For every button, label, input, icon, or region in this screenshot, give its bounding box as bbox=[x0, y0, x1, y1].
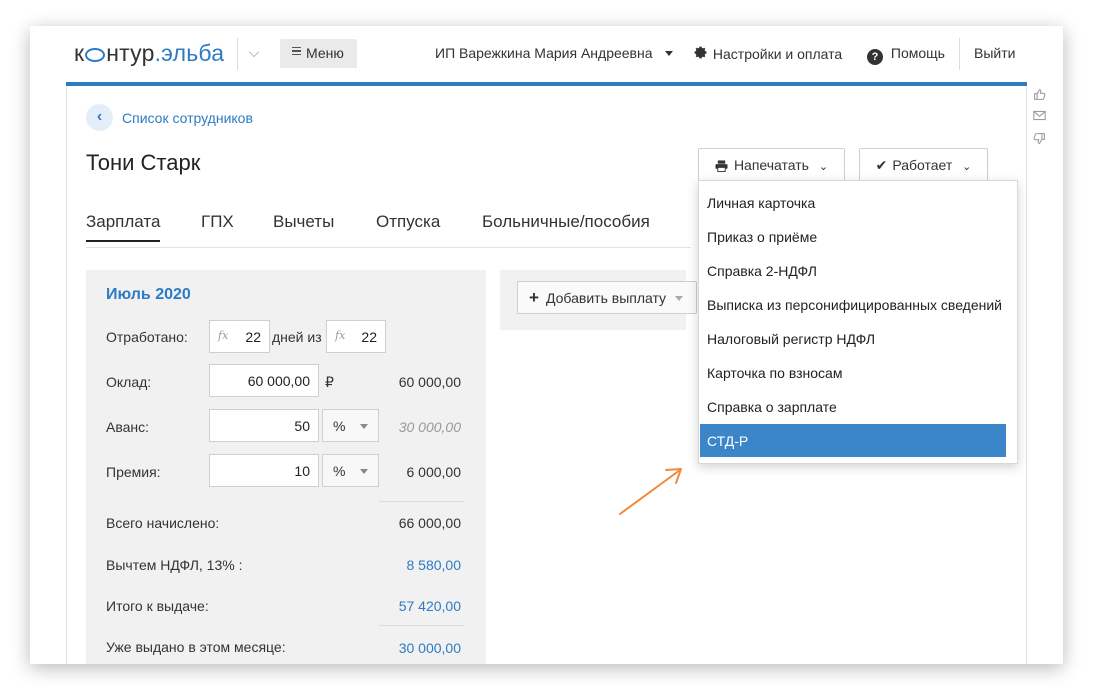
tab-salary[interactable]: Зарплата bbox=[86, 212, 161, 242]
user-name: ИП Варежкина Мария Андреевна bbox=[435, 45, 653, 61]
feedback-icons bbox=[1029, 88, 1049, 154]
help-label: Помощь bbox=[890, 45, 945, 61]
tab-vacations[interactable]: Отпуска bbox=[376, 212, 440, 232]
logo-text-end: .эльба bbox=[154, 40, 225, 66]
pointer-arrow-icon bbox=[619, 468, 682, 515]
mail-icon[interactable] bbox=[1029, 110, 1049, 132]
bonus-total: 6 000,00 bbox=[406, 464, 462, 480]
tab-deductions[interactable]: Вычеты bbox=[273, 212, 334, 232]
print-menu-item[interactable]: Приказ о приёме bbox=[700, 220, 1006, 253]
print-menu-item[interactable]: Выписка из персонифицированных сведений bbox=[700, 288, 1006, 321]
divider bbox=[379, 501, 465, 502]
settings-label: Настройки и оплата bbox=[712, 46, 843, 62]
salary-input[interactable]: 60 000,00 bbox=[209, 364, 319, 397]
back-link[interactable]: Список сотрудников bbox=[122, 110, 253, 126]
menu-button[interactable]: Меню bbox=[280, 39, 357, 68]
paid-value[interactable]: 30 000,00 bbox=[361, 640, 461, 656]
print-menu-item[interactable]: Справка о зарплате bbox=[700, 390, 1006, 423]
advance-total: 30 000,00 bbox=[398, 419, 461, 435]
salary-panel: Июль 2020 Отработано: fx 22 дней из fx 22 … bbox=[86, 270, 486, 664]
user-menu[interactable]: ИП Варежкина Мария Андреевна bbox=[435, 45, 674, 61]
caret-down-icon bbox=[675, 296, 683, 301]
total-days-input[interactable]: fx 22 bbox=[326, 320, 386, 353]
salary-label: Оклад: bbox=[106, 374, 152, 390]
chevron-down-icon[interactable]: ⌵ bbox=[244, 44, 264, 64]
worked-days-input[interactable]: fx 22 bbox=[209, 320, 270, 353]
logout-link[interactable]: Выйти bbox=[974, 45, 1015, 61]
bonus-input[interactable]: 10 bbox=[209, 454, 319, 487]
payments-panel: + Добавить выплату bbox=[500, 270, 697, 330]
printer-icon bbox=[715, 159, 728, 175]
dislike-icon[interactable] bbox=[1029, 132, 1049, 154]
worked-days-value: 22 bbox=[245, 329, 261, 345]
formula-icon: fx bbox=[218, 329, 229, 342]
print-menu-item[interactable]: Карточка по взносам bbox=[700, 356, 1006, 389]
advance-unit-value: % bbox=[333, 418, 346, 434]
page-title: Тони Старк bbox=[86, 150, 201, 175]
print-label: Напечатать bbox=[733, 157, 809, 173]
top-bar: к нтур.эльба ⌵ Меню ИП Варежкина Мария Ан… bbox=[30, 26, 1063, 82]
chevron-down-icon: ⌄ bbox=[818, 161, 829, 173]
worked-label: Отработано: bbox=[106, 329, 188, 345]
tab-bar: Зарплата ГПХ Вычеты Отпуска Больничные/п… bbox=[86, 212, 691, 248]
print-button[interactable]: Напечатать ⌄ bbox=[698, 148, 845, 182]
logo[interactable]: к нтур.эльба bbox=[74, 40, 224, 67]
print-menu-item[interactable]: Налоговый регистр НДФЛ bbox=[700, 322, 1006, 355]
tab-sick-leave[interactable]: Больничные/пособия bbox=[482, 212, 650, 232]
check-icon: ✔ bbox=[875, 157, 888, 173]
paid-label: Уже выдано в этом месяце: bbox=[106, 639, 286, 655]
chevron-down-icon: ⌄ bbox=[962, 161, 972, 173]
divider bbox=[379, 625, 465, 626]
print-menu-item[interactable]: Личная карточка bbox=[700, 186, 1006, 219]
help-icon: ? bbox=[867, 49, 883, 65]
month-title[interactable]: Июль 2020 bbox=[106, 286, 191, 304]
accrued-value: 66 000,00 bbox=[398, 515, 461, 531]
payout-label: Итого к выдаче: bbox=[106, 598, 209, 614]
plus-icon: + bbox=[529, 288, 539, 307]
gear-icon bbox=[693, 45, 709, 63]
like-icon[interactable] bbox=[1029, 88, 1049, 110]
payout-value[interactable]: 57 420,00 bbox=[361, 598, 461, 614]
logo-text-mid: нтур bbox=[106, 40, 155, 66]
bonus-label: Премия: bbox=[106, 464, 161, 480]
logo-text-start: к bbox=[74, 40, 85, 66]
advance-input[interactable]: 50 bbox=[209, 409, 319, 442]
print-menu-item-selected[interactable]: СТД-Р bbox=[700, 424, 1006, 457]
salary-total: 60 000,00 bbox=[398, 374, 461, 390]
back-icon[interactable]: ‹ bbox=[86, 104, 113, 131]
formula-icon: fx bbox=[335, 329, 346, 342]
add-payment-label: Добавить выплату bbox=[546, 290, 667, 306]
bonus-unit-value: % bbox=[333, 463, 346, 479]
total-days-value: 22 bbox=[361, 329, 377, 345]
accrued-label: Всего начислено: bbox=[106, 515, 220, 531]
tab-civil-contracts[interactable]: ГПХ bbox=[201, 212, 234, 232]
days-of-label: дней из bbox=[272, 329, 322, 345]
divider bbox=[237, 38, 238, 70]
divider bbox=[959, 38, 960, 70]
advance-label: Аванс: bbox=[106, 419, 150, 435]
add-payment-button[interactable]: + Добавить выплату bbox=[517, 281, 697, 314]
caret-down-icon bbox=[665, 51, 674, 56]
ndfl-label: Вычтем НДФЛ, 13% : bbox=[106, 557, 243, 573]
status-label: Работает bbox=[892, 157, 953, 173]
menu-icon bbox=[292, 46, 301, 58]
logo-ring-icon bbox=[85, 48, 106, 62]
settings-link[interactable]: Настройки и оплата bbox=[693, 45, 842, 63]
currency-sign: ₽ bbox=[325, 374, 334, 390]
help-link[interactable]: ? Помощь bbox=[867, 45, 945, 65]
ndfl-value[interactable]: 8 580,00 bbox=[361, 557, 462, 573]
status-button[interactable]: ✔ Работает ⌄ bbox=[859, 148, 988, 182]
print-menu-item[interactable]: Справка 2-НДФЛ bbox=[700, 254, 1006, 287]
menu-label: Меню bbox=[306, 45, 344, 61]
app-window: к нтур.эльба ⌵ Меню ИП Варежкина Мария Ан… bbox=[30, 26, 1063, 664]
print-dropdown: Личная карточка Приказ о приёме Справка … bbox=[698, 180, 1018, 464]
